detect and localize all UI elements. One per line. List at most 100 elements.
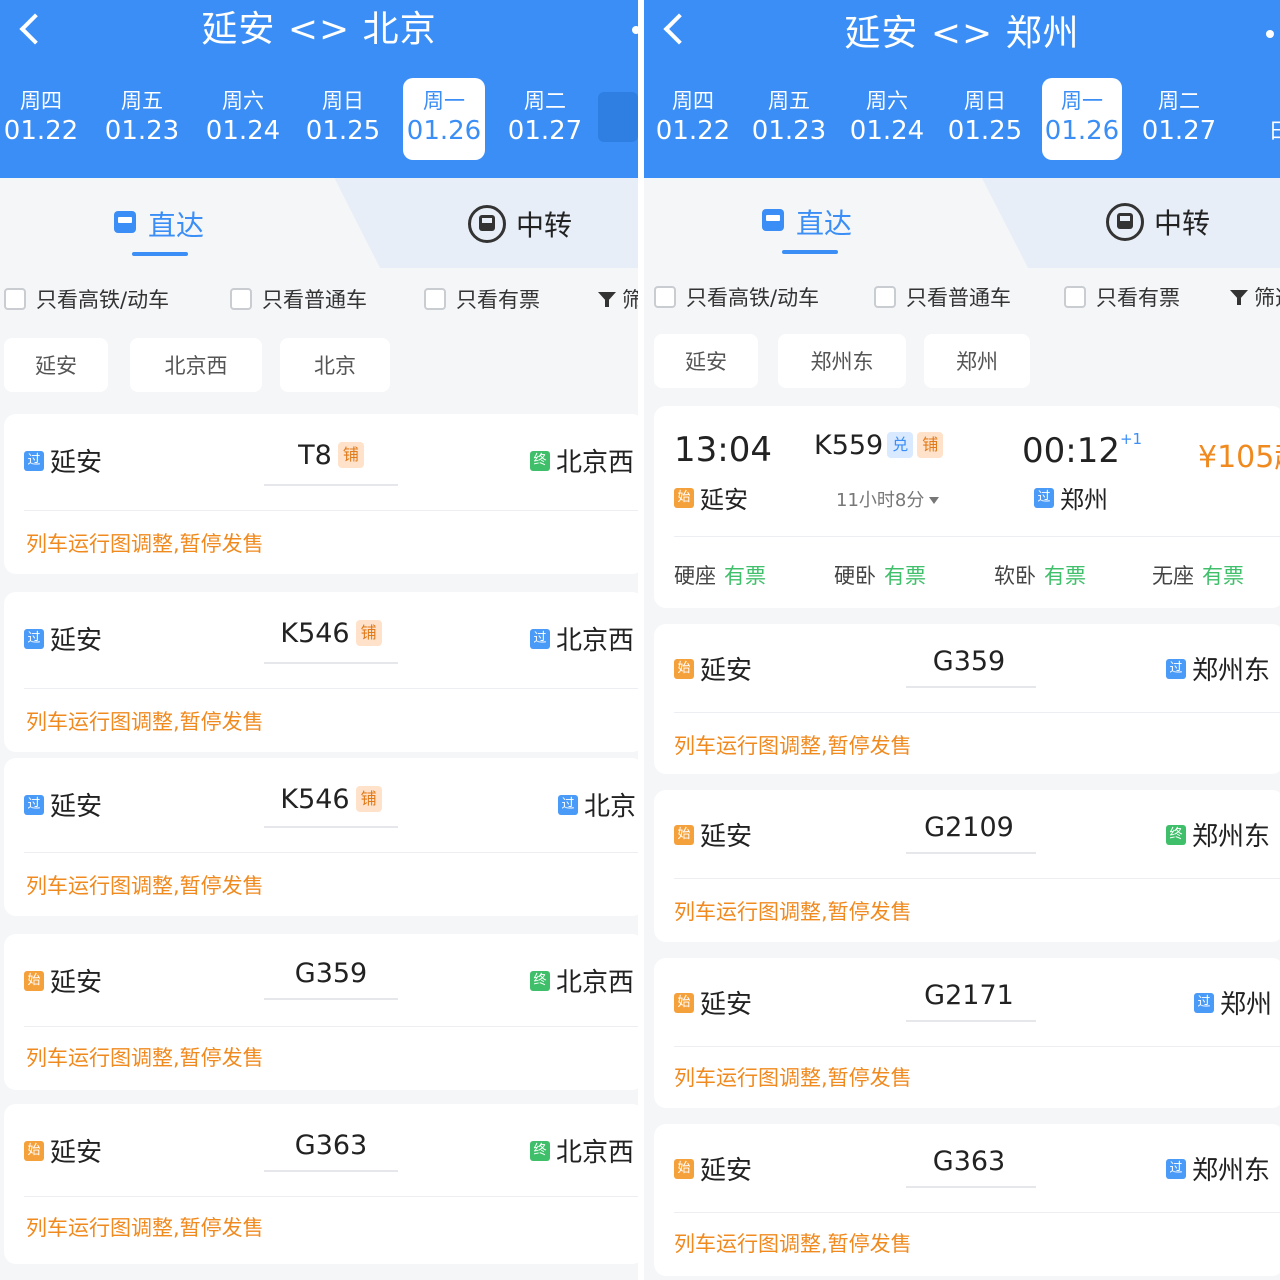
date-item[interactable]: 周六 01.24 [202,78,284,160]
date-item[interactable]: 周二 01.27 [1138,78,1220,160]
station-chip[interactable]: 延安 [4,338,108,392]
pass-badge: 过 [24,450,44,471]
train-card[interactable]: 始延安 G2171 过郑州 列车运行图调整,暂停发售 [654,958,1280,1108]
train-card[interactable]: 始延安 G2109 终郑州东 列车运行图调整,暂停发售 [654,790,1280,942]
train-number: K546 铺 [264,784,398,815]
date-value: 01.23 [104,116,180,146]
more-dot-icon[interactable] [632,26,638,34]
train-number-text: G359 [294,958,368,989]
filter-screen[interactable]: 筛 [598,284,638,314]
more-dot-icon[interactable] [1266,30,1274,38]
station-chip[interactable]: 郑州东 [778,334,906,388]
duration[interactable]: 11小时8分 [836,486,940,512]
checkbox[interactable] [230,288,252,310]
filter-label: 筛选 [1254,286,1280,310]
seat-type[interactable]: 软卧 有票 [994,560,1086,590]
to-station-name: 郑州 [1220,990,1273,1020]
transfer-icon [1106,203,1144,241]
checkbox[interactable] [874,286,896,308]
date-item[interactable]: 周五 01.23 [748,78,830,160]
filter-normal[interactable]: 只看普通车 [874,282,1011,312]
station-chip[interactable]: 延安 [654,334,758,388]
calendar-edge[interactable] [598,92,638,142]
tab-direct[interactable]: 直达 [112,202,204,246]
filter-high-speed[interactable]: 只看高铁/动车 [4,284,169,314]
divider [24,852,638,853]
filter-row: 只看高铁/动车 只看普通车 只看有票 筛选 [644,274,1280,318]
date-weekday: 周二 [1158,89,1200,113]
date-item[interactable]: 周四 01.22 [652,78,734,160]
sale-notice: 列车运行图调整,暂停发售 [674,1232,912,1256]
tab-bar: 直达 中转 [0,178,638,268]
train-number: K559 兑铺 [814,430,984,461]
train-card[interactable]: 过延安 K546 铺 过北京 列车运行图调整,暂停发售 [4,758,638,916]
route-title: 延安 <> 北京 [201,9,437,50]
from-station: 始延安 [674,984,752,1021]
from-station-name: 延安 [50,448,103,478]
seat-type-label: 硬卧 [834,564,876,588]
train-number-text: G363 [932,1146,1006,1177]
start-badge: 始 [674,487,694,508]
calendar-edge[interactable]: 日 [1264,78,1280,160]
date-weekday: 周二 [524,89,566,113]
pass-badge: 过 [1166,1158,1186,1179]
filter-high-speed[interactable]: 只看高铁/动车 [654,282,819,312]
to-station-name: 北京 [584,792,637,822]
from-station: 过延安 [24,786,102,823]
end-badge: 终 [530,970,550,991]
station-chip[interactable]: 郑州 [924,334,1030,388]
to-station: 过郑州 [1194,984,1272,1021]
checkbox[interactable] [4,288,26,310]
filter-available[interactable]: 只看有票 [424,284,540,314]
train-card[interactable]: 过延安 T8 铺 终北京西 列车运行图调整,暂停发售 [4,414,638,574]
seat-status: 有票 [1044,564,1086,588]
seat-type[interactable]: 硬卧 有票 [834,560,926,590]
depart-time: 13:04 [674,430,772,470]
price: ¥105起 [1198,440,1280,475]
train-number: K546 铺 [264,618,398,649]
checkbox[interactable] [424,288,446,310]
from-station: 始延安 [24,962,102,999]
filter-normal[interactable]: 只看普通车 [230,284,367,314]
seat-type[interactable]: 硬座 有票 [674,560,766,590]
berth-tag: 铺 [355,620,382,646]
date-weekday: 周一 [423,89,465,113]
from-station-name: 延安 [50,626,103,656]
date-item-selected[interactable]: 周一 01.26 [1042,78,1122,160]
to-station-name: 郑州东 [1192,1156,1271,1186]
date-value: 01.25 [947,116,1023,146]
train-number: G2171 [904,980,1034,1011]
from-station-name: 延安 [50,792,103,822]
to-station: 过郑州 [1034,480,1108,515]
filter-available[interactable]: 只看有票 [1064,282,1180,312]
end-badge: 终 [1166,824,1186,845]
date-item[interactable]: 周五 01.23 [101,78,183,160]
date-item[interactable]: 周日 01.25 [302,78,384,160]
filter-screen[interactable]: 筛选 [1230,282,1280,312]
train-card[interactable]: 过延安 K546 铺 过北京西 列车运行图调整,暂停发售 [4,592,638,752]
date-value: 01.23 [751,116,827,146]
seat-type[interactable]: 无座 有票 [1152,560,1244,590]
train-card[interactable]: 始延安 G359 终北京西 列车运行图调整,暂停发售 [4,934,638,1090]
date-item[interactable]: 周二 01.27 [504,78,586,160]
train-card[interactable]: 始延安 G359 过郑州东 列车运行图调整,暂停发售 [654,624,1280,774]
to-station: 过郑州东 [1166,1150,1270,1187]
date-item[interactable]: 周日 01.25 [944,78,1026,160]
date-item[interactable]: 周四 01.22 [0,78,82,160]
tab-transfer[interactable]: 中转 [1106,200,1210,244]
train-card[interactable]: 始延安 G363 终北京西 列车运行图调整,暂停发售 [4,1104,638,1264]
featured-train-card[interactable]: 13:04 K559兑铺 00:12+1 ¥105起 始延安 11小时8分 过郑… [654,406,1280,608]
date-item[interactable]: 周六 01.24 [846,78,928,160]
tab-transfer[interactable]: 中转 [468,202,572,246]
station-chip[interactable]: 北京 [280,338,390,392]
station-chip[interactable]: 北京西 [130,338,262,392]
date-item-selected[interactable]: 周一 01.26 [403,78,485,160]
date-value: 01.27 [507,116,583,146]
checkbox[interactable] [654,286,676,308]
from-station-name: 延安 [50,1138,103,1168]
tab-direct[interactable]: 直达 [760,200,852,244]
to-station: 终郑州东 [1166,816,1270,853]
date-weekday: 周五 [768,89,810,113]
train-card[interactable]: 始延安 G363 过郑州东 列车运行图调整,暂停发售 [654,1124,1280,1276]
checkbox[interactable] [1064,286,1086,308]
